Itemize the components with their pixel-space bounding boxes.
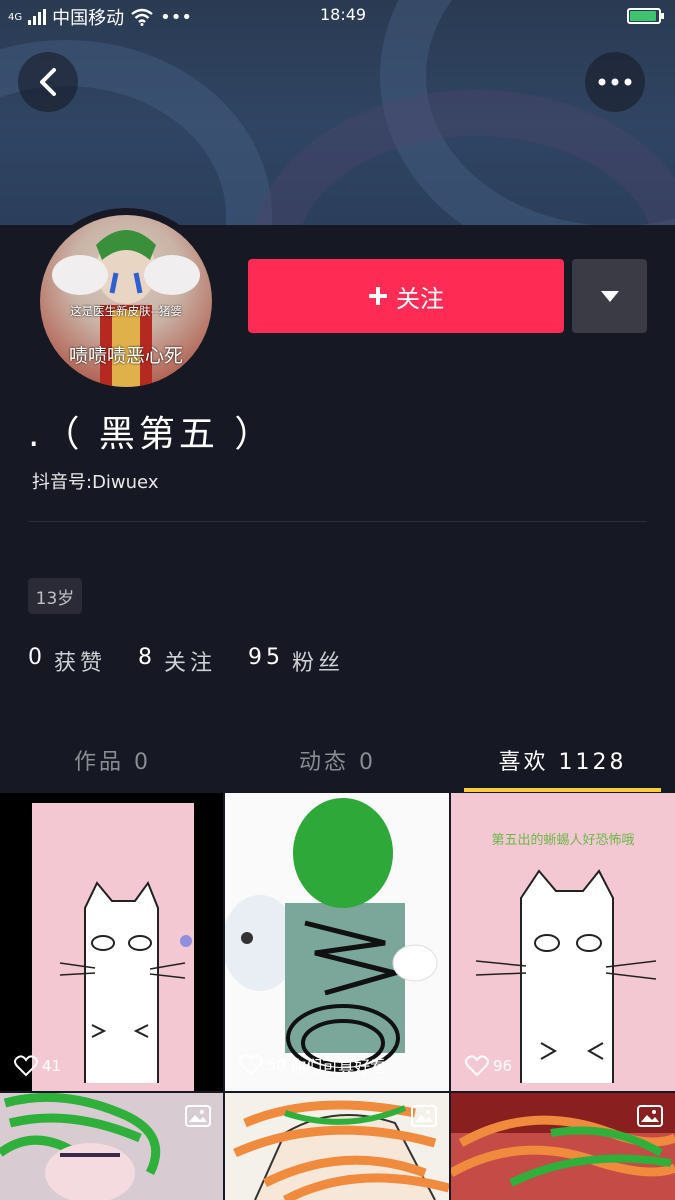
avatar-caption-bottom: 啧啧啧恶心死 [68, 345, 183, 367]
wifi-icon [131, 8, 153, 26]
image-icon [637, 1105, 663, 1127]
following-count: 8 [138, 645, 157, 670]
chevron-left-icon [40, 68, 56, 96]
likes-count: 50 [267, 1056, 287, 1074]
video-thumbnail[interactable]: 41 [0, 793, 223, 1091]
triangle-down-icon [600, 290, 619, 302]
avatar[interactable]: 这是医生新皮肤--猪婆 啧啧啧恶心死 [33, 208, 219, 394]
image-icon [411, 1105, 437, 1127]
likes-label: 获赞 [54, 651, 107, 676]
divider [28, 521, 647, 522]
carrier-label: 中国移动 [52, 8, 125, 29]
image-thumbnail[interactable] [451, 1093, 675, 1200]
nickname: .（ 黑第五 ） [28, 414, 275, 455]
status-dots: ••• [160, 6, 192, 28]
profile-stats: 0 获赞 8 关注 95 粉丝 [28, 645, 344, 677]
video-grid: 41 50 你们可真好看 第五出的蜥蜴人好恐怖哦 96 [0, 793, 675, 1200]
back-button[interactable] [18, 52, 78, 112]
avatar-image: 这是医生新皮肤--猪婆 啧啧啧恶心死 [40, 215, 212, 387]
followers-stat[interactable]: 95 粉丝 [248, 645, 344, 677]
battery-icon [627, 8, 664, 24]
likes-count: 0 [28, 645, 46, 670]
likes-count: 96 [493, 1057, 513, 1075]
age-tag: 13岁 [28, 578, 82, 614]
avatar-caption-top: 这是医生新皮肤--猪婆 [70, 304, 182, 318]
network-label: 4G [8, 11, 23, 23]
likes-counter: 50 你们可真好看 [239, 1053, 386, 1077]
tab-likes[interactable]: 喜欢 1128 [450, 730, 675, 790]
followers-count: 95 [248, 645, 285, 670]
more-dots-icon [598, 78, 632, 86]
image-thumbnail[interactable] [225, 1093, 449, 1200]
active-tab-indicator [464, 788, 661, 792]
plus-icon [369, 287, 387, 305]
signal-icon [28, 9, 47, 25]
video-thumbnail[interactable]: 第五出的蜥蜴人好恐怖哦 96 [451, 793, 675, 1091]
video-caption: 你们可真好看 [290, 1057, 387, 1076]
follow-label: 关注 [396, 284, 444, 313]
tab-works[interactable]: 作品 0 [0, 730, 225, 790]
douyin-id[interactable]: 抖音号:Diwuex [32, 468, 158, 494]
likes-counter: 96 [465, 1055, 512, 1077]
likes-count: 41 [42, 1057, 62, 1075]
heart-icon [14, 1055, 38, 1077]
image-icon [185, 1105, 211, 1127]
clock: 18:49 [320, 5, 367, 24]
image-thumbnail[interactable] [0, 1093, 223, 1200]
status-bar: 4G 中国移动 ••• 18:49 [0, 0, 675, 32]
follow-button[interactable]: 关注 [248, 259, 564, 333]
following-stat[interactable]: 8 关注 [138, 645, 216, 677]
recommend-dropdown-button[interactable] [572, 259, 647, 333]
heart-icon [465, 1055, 489, 1077]
likes-stat: 0 获赞 [28, 645, 106, 677]
more-button[interactable] [585, 52, 645, 112]
profile-banner [0, 0, 675, 225]
followers-label: 粉丝 [292, 651, 345, 676]
video-thumbnail[interactable]: 50 你们可真好看 [225, 793, 449, 1091]
following-label: 关注 [164, 651, 217, 676]
heart-icon [239, 1054, 263, 1076]
likes-counter: 41 [14, 1055, 61, 1077]
content-tabs: 作品 0 动态 0 喜欢 1128 [0, 730, 675, 792]
tab-moments[interactable]: 动态 0 [225, 730, 450, 790]
